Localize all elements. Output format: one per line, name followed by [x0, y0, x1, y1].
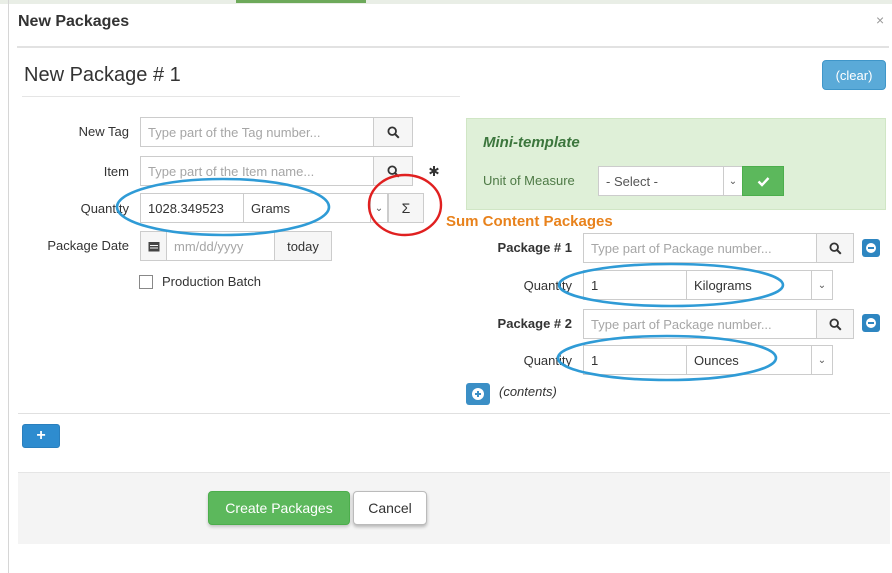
calendar-icon[interactable] [140, 231, 167, 261]
quantity-input[interactable]: 1028.349523 [140, 193, 244, 223]
quantity-unit-select[interactable]: Grams [243, 193, 371, 223]
package-date-label: Package Date [47, 238, 129, 253]
contents-label: (contents) [499, 384, 557, 399]
package-1-quantity-input[interactable]: 1 [583, 270, 687, 300]
mini-template-title: Mini-template [483, 134, 580, 151]
today-button[interactable]: today [274, 231, 332, 261]
package-1-label: Package # 1 [497, 240, 572, 255]
dialog-footer [18, 472, 890, 544]
add-package-button[interactable]: + [22, 424, 60, 448]
create-packages-button[interactable]: Create Packages [208, 491, 350, 525]
package-2-unit-select[interactable]: Ounces [686, 345, 812, 375]
clear-button[interactable]: (clear) [822, 60, 886, 90]
chevron-down-icon[interactable]: ⌄ [811, 345, 833, 375]
package-2-placeholder: Type part of Package number... [591, 316, 772, 332]
sum-content-packages-annotation: Sum Content Packages [446, 213, 613, 230]
package-1-input[interactable]: Type part of Package number... [583, 233, 817, 263]
production-batch-label: Production Batch [162, 274, 262, 289]
tag-label: New Tag [78, 124, 129, 139]
chevron-down-icon[interactable]: ⌄ [370, 193, 388, 223]
package-2-input[interactable]: Type part of Package number... [583, 309, 817, 339]
left-border [8, 0, 9, 573]
item-label: Item [103, 164, 129, 179]
package-2-label: Package # 2 [497, 316, 572, 331]
search-icon[interactable] [373, 117, 413, 147]
divider [17, 46, 889, 48]
top-accent [236, 0, 366, 3]
search-icon[interactable] [816, 309, 854, 339]
search-icon[interactable] [816, 233, 854, 263]
asterisk-icon[interactable] [427, 164, 441, 178]
uom-label: Unit of Measure [483, 173, 575, 188]
package-1-quantity-label: Quantity [523, 278, 572, 293]
package-2-quantity-input[interactable]: 1 [583, 345, 687, 375]
chevron-down-icon[interactable]: ⌄ [723, 166, 743, 196]
package-1-placeholder: Type part of Package number... [591, 240, 772, 256]
quantity-label: Quantity [80, 201, 129, 216]
sum-button[interactable]: Σ [388, 193, 424, 223]
dialog-title: New Packages [18, 13, 130, 30]
top-border [0, 0, 892, 4]
close-icon[interactable]: × [876, 12, 884, 28]
tag-input[interactable]: Type part of the Tag number... [140, 117, 374, 147]
check-icon[interactable] [742, 166, 784, 196]
date-placeholder: mm/dd/yyyy [174, 238, 244, 254]
add-content-icon[interactable] [466, 383, 490, 405]
chevron-down-icon[interactable]: ⌄ [811, 270, 833, 300]
tag-placeholder: Type part of the Tag number... [148, 124, 321, 140]
package-title: New Package # 1 [24, 64, 181, 86]
production-batch-checkbox[interactable] [139, 275, 153, 289]
uom-select[interactable]: - Select - [598, 166, 724, 196]
package-1-unit-select[interactable]: Kilograms [686, 270, 812, 300]
item-input[interactable]: Type part of the Item name... [140, 156, 374, 186]
divider [22, 96, 460, 97]
mini-template-panel [466, 118, 886, 210]
cancel-button[interactable]: Cancel [353, 491, 427, 525]
package-2-quantity-label: Quantity [523, 353, 572, 368]
divider [18, 413, 890, 414]
remove-package-icon[interactable] [862, 239, 880, 257]
search-icon[interactable] [373, 156, 413, 186]
item-placeholder: Type part of the Item name... [148, 163, 315, 179]
remove-package-icon[interactable] [862, 314, 880, 332]
package-date-input[interactable]: mm/dd/yyyy [166, 231, 275, 261]
